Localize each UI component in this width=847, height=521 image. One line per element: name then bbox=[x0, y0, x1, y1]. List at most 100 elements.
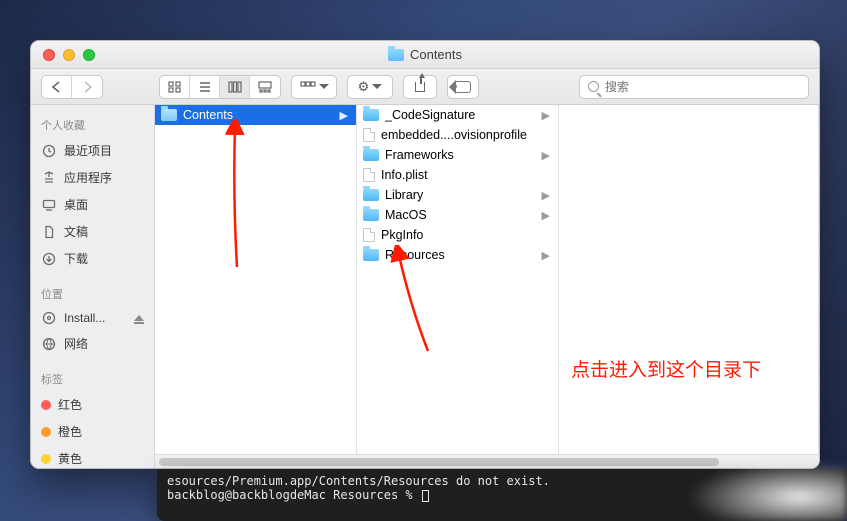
sidebar-item-label: 橙色 bbox=[58, 423, 82, 440]
sidebar-item-downloads[interactable]: 下载 bbox=[31, 245, 154, 272]
list-item[interactable]: MacOS▶ bbox=[357, 205, 558, 225]
group-menu[interactable] bbox=[291, 75, 337, 99]
search-input[interactable] bbox=[605, 80, 800, 94]
disclosure-arrow-icon: ▶ bbox=[340, 109, 348, 122]
terminal-cursor bbox=[422, 490, 429, 502]
toolbar bbox=[31, 69, 819, 105]
scroll-thumb[interactable] bbox=[159, 458, 719, 466]
item-label: Frameworks bbox=[385, 148, 536, 162]
list-item[interactable]: Info.plist bbox=[357, 165, 558, 185]
disc-icon bbox=[41, 311, 57, 325]
disclosure-arrow-icon: ▶ bbox=[542, 189, 550, 202]
forward-button[interactable] bbox=[72, 76, 102, 98]
list-item[interactable]: Library ▶ bbox=[357, 185, 558, 205]
list-item[interactable]: _CodeSignature ▶ bbox=[357, 105, 558, 125]
folder-icon bbox=[363, 189, 379, 201]
column-3[interactable]: 点击进入到这个目录下 bbox=[559, 105, 819, 468]
item-label: Library bbox=[385, 188, 536, 202]
gallery-view-button[interactable] bbox=[250, 76, 280, 98]
list-item[interactable]: Contents ▶ bbox=[155, 105, 356, 125]
icon-view-button[interactable] bbox=[160, 76, 190, 98]
item-label: embedded....ovisionprofile bbox=[381, 128, 550, 142]
tag-dot-icon bbox=[41, 427, 51, 437]
item-label: MacOS bbox=[385, 208, 536, 222]
sidebar-item-desktop[interactable]: 桌面 bbox=[31, 191, 154, 218]
sidebar-item-documents[interactable]: 文稿 bbox=[31, 218, 154, 245]
window-title: Contents bbox=[31, 47, 819, 62]
terminal-prompt: backblog@backblogdeMac Resources % bbox=[167, 488, 420, 502]
item-label: PkgInfo bbox=[381, 228, 550, 242]
folder-icon bbox=[388, 49, 404, 61]
sidebar-item-label: 最近项目 bbox=[64, 142, 112, 159]
image-artifact bbox=[687, 461, 847, 521]
download-icon bbox=[41, 252, 57, 266]
window-controls bbox=[31, 49, 95, 61]
folder-icon bbox=[363, 249, 379, 261]
share-button[interactable] bbox=[403, 75, 437, 99]
window-body: 个人收藏 最近项目 应用程序 桌面 文稿 bbox=[31, 105, 819, 468]
column-browser: Contents ▶ _CodeSignature ▶ embedded....ov… bbox=[155, 105, 819, 468]
desktop-background: Contents bbox=[0, 0, 847, 521]
sidebar-item-applications[interactable]: 应用程序 bbox=[31, 164, 154, 191]
annotation-text: 点击进入到这个目录下 bbox=[571, 355, 761, 382]
clock-icon bbox=[41, 144, 57, 158]
list-item[interactable]: Frameworks ▶ bbox=[357, 145, 558, 165]
sidebar-heading-locations: 位置 bbox=[31, 282, 154, 306]
eject-icon[interactable] bbox=[134, 315, 144, 321]
sidebar-item-label: 网络 bbox=[64, 335, 88, 352]
sidebar-item-label: 红色 bbox=[58, 396, 82, 413]
sidebar-item-installer[interactable]: Install... bbox=[31, 306, 154, 330]
tag-icon bbox=[455, 81, 471, 93]
item-label: _CodeSignature bbox=[385, 108, 536, 122]
column-2[interactable]: _CodeSignature ▶ embedded....ovisionprofil… bbox=[357, 105, 559, 468]
sidebar-item-label: 黄色 bbox=[58, 450, 82, 467]
folder-icon bbox=[363, 109, 379, 121]
sidebar: 个人收藏 最近项目 应用程序 桌面 文稿 bbox=[31, 105, 155, 468]
sidebar-item-label: 文稿 bbox=[64, 223, 88, 240]
applications-icon bbox=[41, 171, 57, 185]
back-button[interactable] bbox=[42, 76, 72, 98]
search-field[interactable] bbox=[579, 75, 809, 99]
share-icon bbox=[415, 82, 425, 92]
column-view-button[interactable] bbox=[220, 76, 250, 98]
disclosure-arrow-icon: ▶ bbox=[542, 149, 550, 162]
chevron-down-icon bbox=[319, 84, 329, 89]
sidebar-item-label: 桌面 bbox=[64, 196, 88, 213]
network-icon bbox=[41, 337, 57, 351]
minimize-button[interactable] bbox=[63, 49, 75, 61]
list-item[interactable]: embedded....ovisionprofile bbox=[357, 125, 558, 145]
tag-dot-icon bbox=[41, 454, 51, 464]
finder-window: Contents bbox=[30, 40, 820, 469]
column-1[interactable]: Contents ▶ bbox=[155, 105, 357, 468]
terminal-line: esources/Premium.app/Contents/Resources … bbox=[167, 474, 550, 488]
file-icon bbox=[363, 228, 375, 242]
file-icon bbox=[363, 168, 375, 182]
view-switcher bbox=[159, 75, 281, 99]
sidebar-heading-tags: 标签 bbox=[31, 367, 154, 391]
sidebar-tag-orange[interactable]: 橙色 bbox=[31, 418, 154, 445]
disclosure-arrow-icon: ▶ bbox=[542, 249, 550, 262]
action-menu[interactable] bbox=[347, 75, 393, 99]
list-view-button[interactable] bbox=[190, 76, 220, 98]
sidebar-item-recents[interactable]: 最近项目 bbox=[31, 137, 154, 164]
item-label: Resources bbox=[385, 248, 536, 262]
folder-icon bbox=[363, 149, 379, 161]
disclosure-arrow-icon: ▶ bbox=[542, 109, 550, 122]
sidebar-item-network[interactable]: 网络 bbox=[31, 330, 154, 357]
folder-icon bbox=[161, 109, 177, 121]
zoom-button[interactable] bbox=[83, 49, 95, 61]
sidebar-item-label: 应用程序 bbox=[64, 169, 112, 186]
sidebar-tag-yellow[interactable]: 黄色 bbox=[31, 445, 154, 468]
item-label: Contents bbox=[183, 108, 334, 122]
list-item[interactable]: Resources ▶ bbox=[357, 245, 558, 265]
titlebar: Contents bbox=[31, 41, 819, 69]
item-label: Info.plist bbox=[381, 168, 550, 182]
document-icon bbox=[41, 225, 57, 239]
close-button[interactable] bbox=[43, 49, 55, 61]
chevron-down-icon bbox=[372, 84, 382, 89]
sidebar-tag-red[interactable]: 红色 bbox=[31, 391, 154, 418]
search-icon bbox=[588, 81, 599, 92]
tags-button[interactable] bbox=[447, 75, 479, 99]
list-item[interactable]: PkgInfo bbox=[357, 225, 558, 245]
folder-icon bbox=[363, 209, 379, 221]
